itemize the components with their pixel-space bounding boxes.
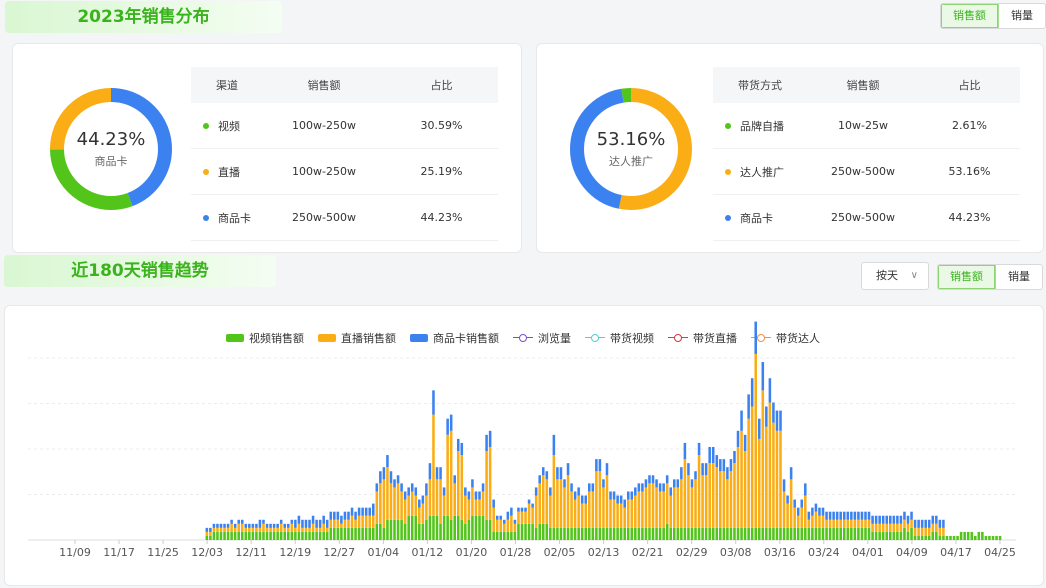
donut-center-percent: 44.23% <box>76 129 146 150</box>
legend-item[interactable]: 浏览量 <box>513 330 571 346</box>
trend-title: 近180天销售趋势 <box>4 255 276 287</box>
method-table: 带货方式 销售额 占比 品牌自播 10w-25w 2.61% 达人推广 250w… <box>713 67 1020 241</box>
row-name: 品牌自播 <box>740 119 784 133</box>
trend-metric-toggle[interactable]: 销售额 销量 <box>937 264 1043 290</box>
table-row: 达人推广 250w-500w 53.16% <box>713 148 1020 195</box>
table-row: 品牌自播 10w-25w 2.61% <box>713 103 1020 149</box>
donut-center-label: 达人推广 <box>609 155 653 168</box>
legend-item[interactable]: 商品卡销售额 <box>410 330 499 346</box>
row-share: 25.19% <box>385 148 498 195</box>
legend-label: 浏览量 <box>538 332 571 345</box>
row-name: 直播 <box>218 165 240 179</box>
donut-center-label: 商品卡 <box>94 155 128 168</box>
col-amount: 销售额 <box>807 67 919 103</box>
legend-item[interactable]: 带货达人 <box>751 330 820 346</box>
legend-dot-icon <box>725 214 731 221</box>
toggle-sales-amount[interactable]: 销售额 <box>941 4 999 28</box>
row-share: 30.59% <box>385 103 498 149</box>
col-share: 占比 <box>919 67 1020 103</box>
row-name: 商品卡 <box>218 211 251 225</box>
legend-swatch-icon <box>410 334 428 342</box>
legend-label: 商品卡销售额 <box>433 332 499 345</box>
row-amount: 10w-25w <box>807 103 919 149</box>
col-channel: 渠道 <box>191 67 263 103</box>
period-select-value: 按天 <box>876 269 898 282</box>
legend-label: 直播销售额 <box>341 332 396 345</box>
legend-swatch-icon <box>585 333 605 343</box>
distribution-metric-toggle[interactable]: 销售额 销量 <box>940 3 1046 29</box>
row-share: 2.61% <box>919 103 1020 149</box>
chart-legend: 视频销售额 直播销售额 商品卡销售额 浏览量 带货视频 带货直播 带货达人 <box>0 330 1046 346</box>
channel-donut: 44.23% 商品卡 <box>43 81 179 217</box>
legend-label: 带货达人 <box>776 332 820 345</box>
legend-item[interactable]: 带货视频 <box>585 330 654 346</box>
col-amount: 销售额 <box>263 67 385 103</box>
channel-table: 渠道 销售额 占比 视频 100w-250w 30.59% 直播 100w-25… <box>191 67 498 241</box>
legend-label: 带货直播 <box>693 332 737 345</box>
method-donut: 53.16% 达人推广 <box>563 81 699 217</box>
legend-dot-icon <box>203 214 209 221</box>
toggle-sales-amount[interactable]: 销售额 <box>938 265 996 289</box>
distribution-title: 2023年销售分布 <box>5 1 282 33</box>
legend-swatch-icon <box>318 334 336 342</box>
legend-swatch-icon <box>226 334 244 342</box>
legend-item[interactable]: 直播销售额 <box>318 330 396 346</box>
legend-swatch-icon <box>751 333 771 343</box>
row-share: 44.23% <box>385 194 498 241</box>
legend-dot-icon <box>725 122 731 129</box>
row-share: 53.16% <box>919 148 1020 195</box>
row-name: 商品卡 <box>740 211 773 225</box>
row-amount: 100w-250w <box>263 103 385 149</box>
legend-label: 视频销售额 <box>249 332 304 345</box>
table-row: 视频 100w-250w 30.59% <box>191 103 498 149</box>
sales-method-card: 53.16% 达人推广 带货方式 销售额 占比 品牌自播 10w-25w 2.6… <box>536 43 1044 253</box>
table-row: 商品卡 250w-500w 44.23% <box>713 194 1020 241</box>
trend-card <box>4 305 1044 586</box>
legend-item[interactable]: 视频销售额 <box>226 330 304 346</box>
col-share: 占比 <box>385 67 498 103</box>
legend-item[interactable]: 带货直播 <box>668 330 737 346</box>
row-amount: 100w-250w <box>263 148 385 195</box>
period-select[interactable]: 按天 ∨ <box>861 262 929 290</box>
row-amount: 250w-500w <box>263 194 385 241</box>
table-row: 直播 100w-250w 25.19% <box>191 148 498 195</box>
row-amount: 250w-500w <box>807 194 919 241</box>
row-name: 视频 <box>218 119 240 133</box>
legend-dot-icon <box>203 168 209 175</box>
legend-label: 带货视频 <box>610 332 654 345</box>
legend-swatch-icon <box>513 333 533 343</box>
toggle-sales-volume[interactable]: 销量 <box>999 4 1045 28</box>
donut-center-percent: 53.16% <box>596 129 666 150</box>
row-name: 达人推广 <box>740 165 784 179</box>
legend-dot-icon <box>203 122 209 129</box>
table-row: 商品卡 250w-500w 44.23% <box>191 194 498 241</box>
channel-distribution-card: 44.23% 商品卡 渠道 销售额 占比 视频 100w-250w 30.59%… <box>12 43 522 253</box>
row-share: 44.23% <box>919 194 1020 241</box>
toggle-sales-volume[interactable]: 销量 <box>996 265 1042 289</box>
legend-dot-icon <box>725 168 731 175</box>
row-amount: 250w-500w <box>807 148 919 195</box>
chevron-down-icon: ∨ <box>910 270 918 281</box>
legend-swatch-icon <box>668 333 688 343</box>
col-method: 带货方式 <box>713 67 807 103</box>
